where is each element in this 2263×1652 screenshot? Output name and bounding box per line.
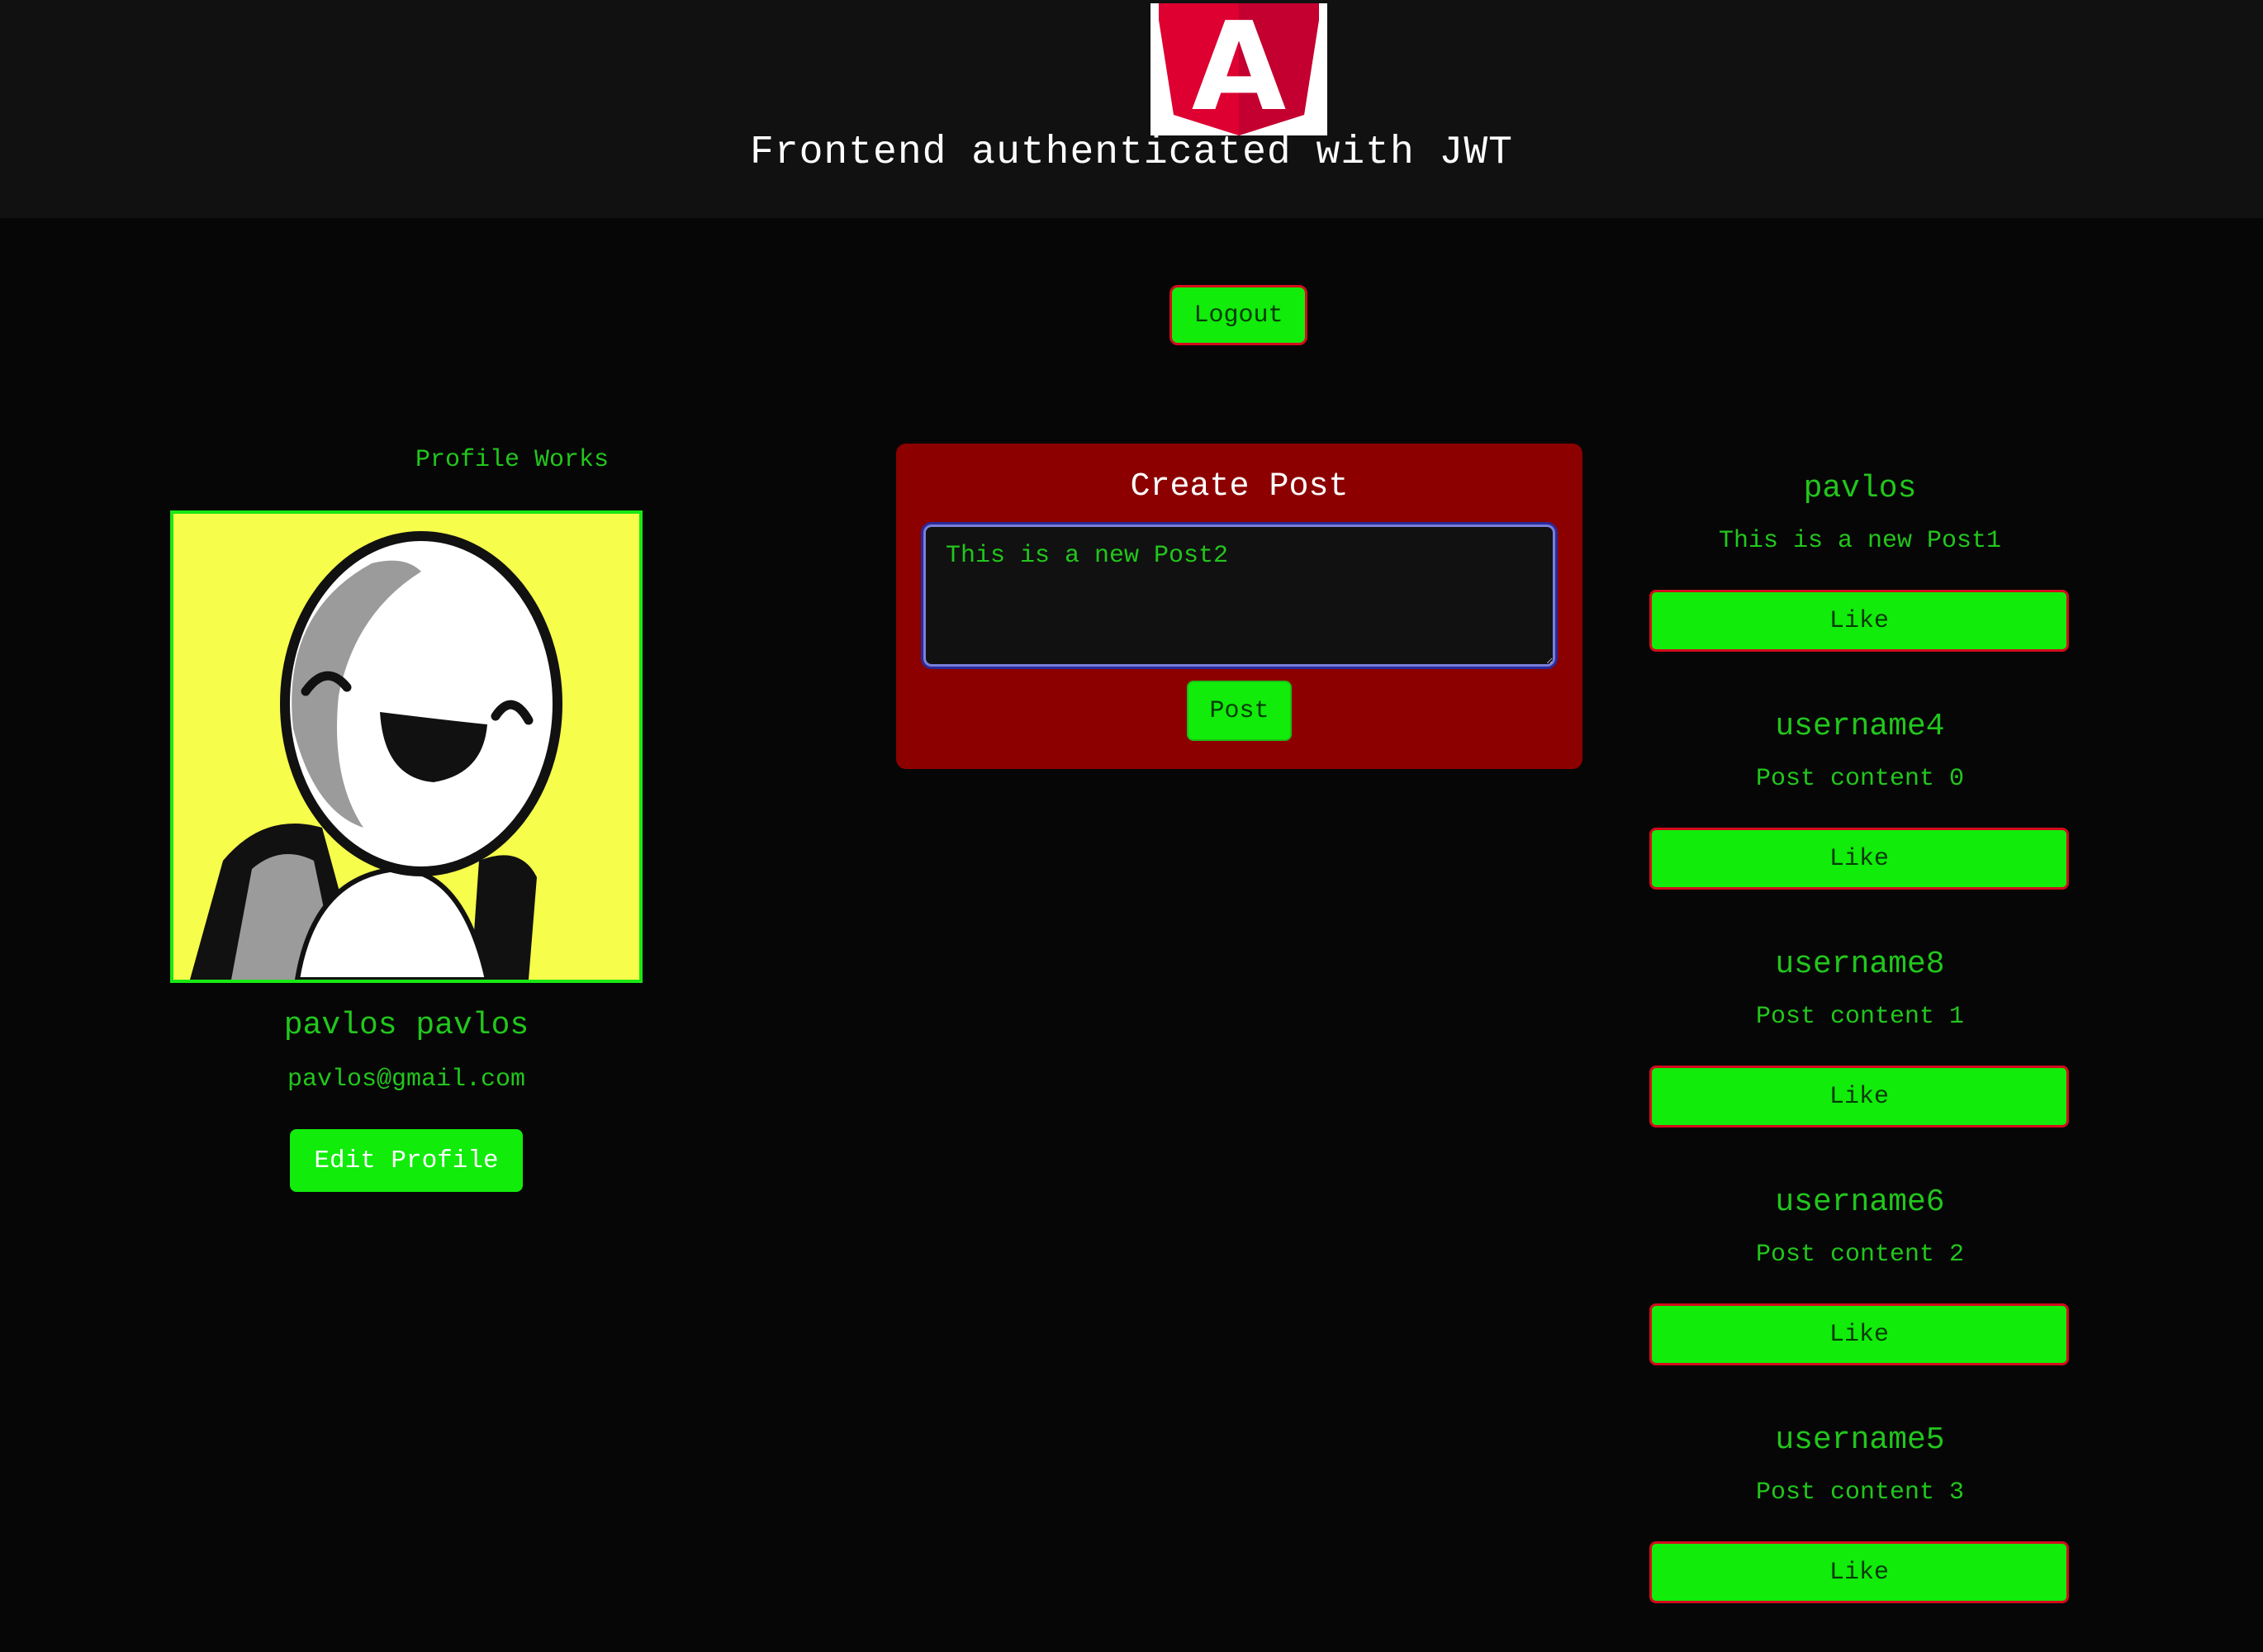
feed-post: username8 Post content 1 Like — [1649, 938, 2071, 1176]
post-content: Post content 0 — [1755, 765, 1965, 793]
app-header: A Frontend authenticated with JWT — [0, 0, 2263, 218]
post-content: This is a new Post1 — [1718, 527, 2002, 555]
post-feed: pavlos This is a new Post1 Like username… — [1649, 463, 2071, 1652]
like-button[interactable]: Like — [1649, 828, 2069, 890]
angular-logo-icon: A — [1150, 3, 1327, 135]
feed-post: username5 Post content 3 Like — [1649, 1414, 2071, 1652]
post-username: username8 — [1775, 947, 1945, 982]
feed-post: username4 Post content 0 Like — [1649, 700, 2071, 938]
post-username: username5 — [1775, 1422, 1945, 1458]
like-button[interactable]: Like — [1649, 1303, 2069, 1365]
logo-letter: A — [1192, 3, 1287, 135]
edit-profile-button[interactable]: Edit Profile — [290, 1129, 523, 1192]
post-username: username6 — [1775, 1184, 1945, 1220]
logout-button[interactable]: Logout — [1169, 285, 1307, 345]
post-content: Post content 3 — [1755, 1479, 1965, 1507]
like-button[interactable]: Like — [1649, 590, 2069, 652]
feed-post: username6 Post content 2 Like — [1649, 1176, 2071, 1414]
post-username: username4 — [1775, 709, 1945, 744]
post-username: pavlos — [1803, 471, 1917, 506]
feed-post: pavlos This is a new Post1 Like — [1649, 463, 2071, 700]
create-post-title: Create Post — [1130, 468, 1349, 506]
like-button[interactable]: Like — [1649, 1066, 2069, 1127]
profile-name: pavlos pavlos — [283, 1008, 529, 1043]
create-post-card: Create Post This is a new Post2 Post — [896, 444, 1582, 769]
profile-email: pavlos@gmail.com — [287, 1066, 526, 1094]
like-button[interactable]: Like — [1649, 1541, 2069, 1603]
post-textarea[interactable]: This is a new Post2 — [923, 525, 1555, 667]
post-content: Post content 2 — [1755, 1241, 1965, 1269]
profile-heading: Profile Works — [415, 446, 610, 474]
post-content: Post content 1 — [1755, 1003, 1965, 1031]
post-button[interactable]: Post — [1187, 681, 1292, 741]
avatar-icon — [173, 514, 639, 980]
avatar — [170, 510, 643, 983]
page-title: Frontend authenticated with JWT — [750, 131, 1513, 175]
